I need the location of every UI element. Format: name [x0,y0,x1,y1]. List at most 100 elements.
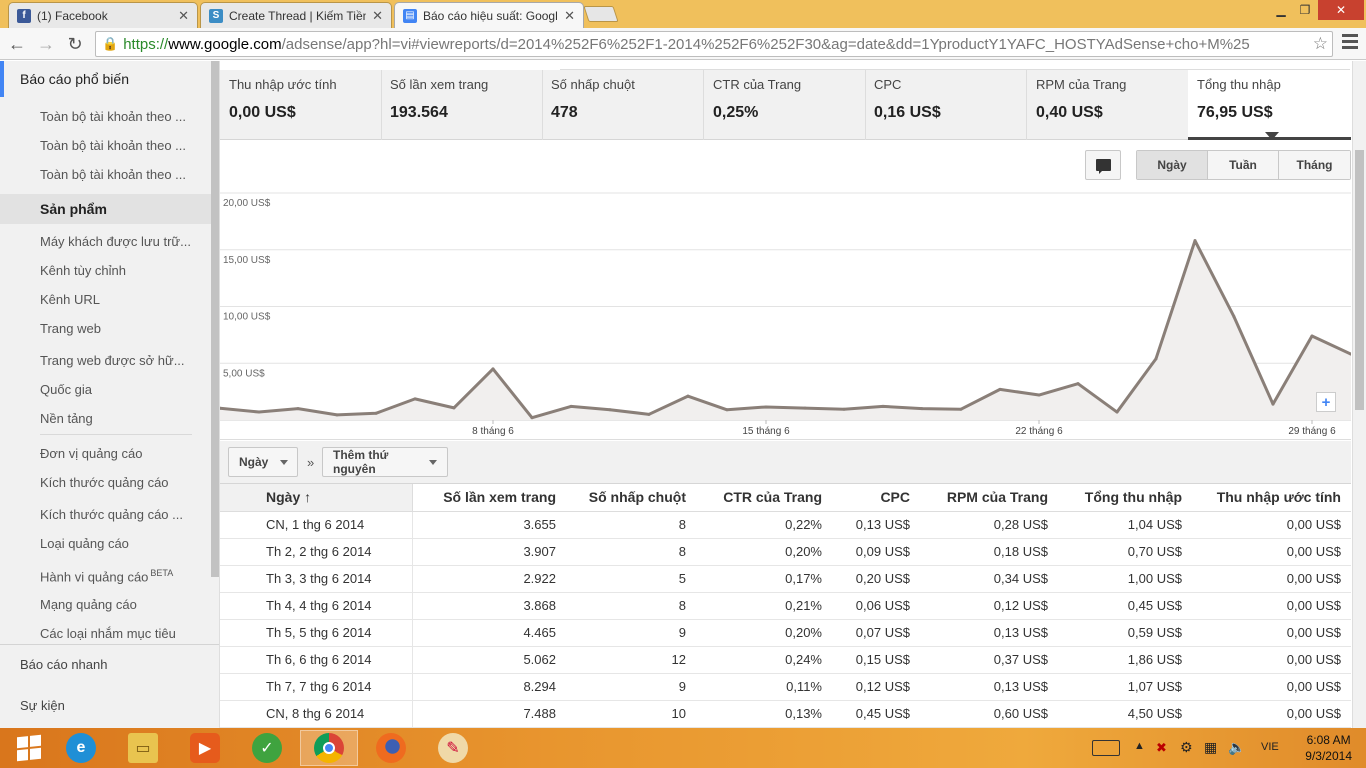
main-scrollbar-thumb[interactable] [1355,150,1364,410]
sidebar-section-quick-reports[interactable]: Báo cáo nhanh [20,657,107,672]
zoom-plus-icon[interactable]: + [1316,392,1336,412]
close-tab-icon[interactable]: ✕ [564,8,575,24]
sidebar-item-products[interactable]: Sản phẩm [40,201,200,217]
metric-page-rpm[interactable]: RPM của Trang 0,40 US$ [1027,70,1189,140]
sidebar-item-ad-units[interactable]: Đơn vị quảng cáo [40,446,200,461]
taskbar-paint[interactable]: ✎ [424,730,482,766]
start-button[interactable] [0,730,58,766]
cell-page-views: 3.655 [412,511,566,539]
metric-total-earnings[interactable]: Tổng thu nhập 76,95 US$ [1188,70,1351,140]
data-point [335,413,339,417]
sidebar-section-popular[interactable]: Báo cáo phổ biến [20,71,129,87]
data-point [1076,382,1080,386]
language-indicator[interactable]: VIE [1261,741,1279,753]
table-row[interactable]: Th 2, 2 thg 6 2014 3.907 8 0,20% 0,09 US$ 0,1… [220,538,1351,566]
add-dimension-dropdown[interactable]: Thêm thứ nguyên [322,447,448,477]
sidebar-item-account-1[interactable]: Toàn bộ tài khoản theo ... [40,109,200,124]
table-row[interactable]: Th 3, 3 thg 6 2014 2.922 5 0,17% 0,20 US$ 0,3… [220,565,1351,593]
primary-dimension-dropdown[interactable]: Ngày [228,447,298,477]
close-tab-icon[interactable]: ✕ [178,8,189,24]
granularity-month-button[interactable]: Tháng [1279,151,1350,179]
minimize-icon[interactable]: ▁ [1270,0,1292,20]
column-header-date[interactable]: Ngày ↑ [220,484,413,512]
keyboard-icon[interactable] [1092,740,1120,756]
taskbar-ie[interactable]: e [52,730,110,766]
taskbar-app[interactable]: ✓ [238,730,296,766]
table-row[interactable]: Th 7, 7 thg 6 2014 8.294 9 0,11% 0,12 US$ 0,1… [220,673,1351,701]
tab-title: Create Thread | Kiếm Tiền [229,8,367,23]
granularity-day-button[interactable]: Ngày [1137,151,1208,179]
taskbar-media-player[interactable]: ▶ [176,730,234,766]
address-bar[interactable]: 🔒 https:// www.google.com /adsense/app?h… [95,31,1333,57]
settings-icon[interactable]: ⚙ [1180,739,1193,756]
metric-clicks[interactable]: Số nhấp chuột 478 [542,70,704,140]
column-header-ctr[interactable]: CTR của Trang [696,484,832,512]
sidebar-item-custom-channels[interactable]: Kênh tùy chỉnh [40,263,200,278]
metric-label: Thu nhập ước tính [229,77,337,92]
sidebar-item-ad-types[interactable]: Loại quảng cáo [40,536,200,551]
column-header-cpc[interactable]: CPC [832,484,920,512]
metric-page-ctr[interactable]: CTR của Trang 0,25% [704,70,866,140]
forward-icon[interactable]: → [34,32,58,56]
bookmark-star-icon[interactable]: ☆ [1312,34,1328,54]
x-tick-label: 29 tháng 6 [1288,426,1336,437]
taskbar-firefox[interactable] [362,730,420,766]
column-header-total-earnings[interactable]: Tổng thu nhập [1058,484,1192,512]
sidebar-item-ad-behavior[interactable]: Hành vi quảng cáo BETA [40,568,200,584]
tab-adsense-report[interactable]: ▤ Báo cáo hiệu suất: Google ✕ [394,2,584,28]
cell-page-views: 8.294 [412,673,566,701]
table-row[interactable]: CN, 8 thg 6 2014 7.488 10 0,13% 0,45 US$ 0,60… [220,700,1351,728]
table-row[interactable]: Th 4, 4 thg 6 2014 3.868 8 0,21% 0,06 US$ 0,1… [220,592,1351,620]
taskbar-file-explorer[interactable]: ▭ [114,730,172,766]
network-warning-icon[interactable]: ✖ [1156,740,1167,756]
restore-icon[interactable]: ❐ [1294,0,1316,20]
volume-icon[interactable]: 🔈 [1228,739,1245,756]
granularity-week-button[interactable]: Tuần [1208,151,1279,179]
sidebar-item-owned-sites[interactable]: Trang web được sở hữ... [40,353,200,368]
sidebar-item-sites[interactable]: Trang web [40,321,200,336]
sidebar-item-countries[interactable]: Quốc gia [40,382,200,397]
sidebar-item-targeting-types[interactable]: Các loại nhắm mục tiêu [40,626,200,641]
annotation-button[interactable] [1085,150,1121,180]
cell-clicks: 8 [566,538,696,566]
sidebar-item-hosted-clients[interactable]: Máy khách được lưu trữ... [40,234,200,249]
system-clock[interactable]: 6:08 AM 9/3/2014 [1305,732,1352,764]
column-header-estimated-earnings[interactable]: Thu nhập ước tính [1192,484,1351,512]
metric-label: CTR của Trang [713,77,802,92]
table-row[interactable]: Th 6, 6 thg 6 2014 5.062 12 0,24% 0,15 US$ 0,… [220,646,1351,674]
table-row[interactable]: CN, 1 thg 6 2014 3.655 8 0,22% 0,13 US$ 0,28 … [220,511,1351,539]
chrome-menu-icon[interactable] [1342,34,1358,52]
table-row[interactable]: Th 5, 5 thg 6 2014 4.465 9 0,20% 0,07 US$ 0,1… [220,619,1351,647]
metric-page-views[interactable]: Số lần xem trang 193.564 [381,70,543,140]
back-icon[interactable]: ← [5,32,29,56]
metric-value: 478 [551,104,578,121]
tab-create-thread[interactable]: S Create Thread | Kiếm Tiền ✕ [200,2,392,28]
tray-expand-icon[interactable]: ▲ [1134,740,1145,752]
metric-estimated-earnings[interactable]: Thu nhập ước tính 0,00 US$ [220,70,382,140]
close-window-icon[interactable]: ✕ [1318,0,1364,20]
taskbar-chrome[interactable] [300,730,358,766]
tab-facebook[interactable]: f (1) Facebook ✕ [8,2,198,28]
cell-cpc: 0,15 US$ [832,646,920,674]
sidebar-item-url-channels[interactable]: Kênh URL [40,292,200,307]
sidebar-scrollbar[interactable] [211,61,219,577]
reload-icon[interactable]: ↻ [63,32,87,56]
sidebar-item-ad-networks[interactable]: Mạng quảng cáo [40,597,200,612]
new-tab-button[interactable] [583,6,619,22]
sidebar-item-ad-sizes[interactable]: Kích thước quảng cáo [40,475,200,490]
metric-cpc[interactable]: CPC 0,16 US$ [865,70,1027,140]
data-point [1271,402,1275,406]
sidebar-item-account-2[interactable]: Toàn bộ tài khoản theo ... [40,138,200,153]
sidebar-section-events[interactable]: Sự kiện [20,698,65,713]
column-header-clicks[interactable]: Số nhấp chuột [566,484,696,512]
sidebar-item-ad-sizes-2[interactable]: Kích thước quảng cáo ... [40,507,200,522]
network-icon[interactable]: ▦ [1204,739,1217,756]
sidebar-item-platforms[interactable]: Nền tảng [40,411,200,426]
column-header-page-views[interactable]: Số lần xem trang [412,484,566,512]
close-tab-icon[interactable]: ✕ [372,8,383,24]
sidebar-item-account-3[interactable]: Toàn bộ tài khoản theo ... [40,167,200,182]
cell-date: Th 2, 2 thg 6 2014 [220,538,413,566]
url-scheme: https:// [123,35,169,53]
cell-rpm: 0,34 US$ [920,565,1058,593]
column-header-rpm[interactable]: RPM của Trang [920,484,1058,512]
